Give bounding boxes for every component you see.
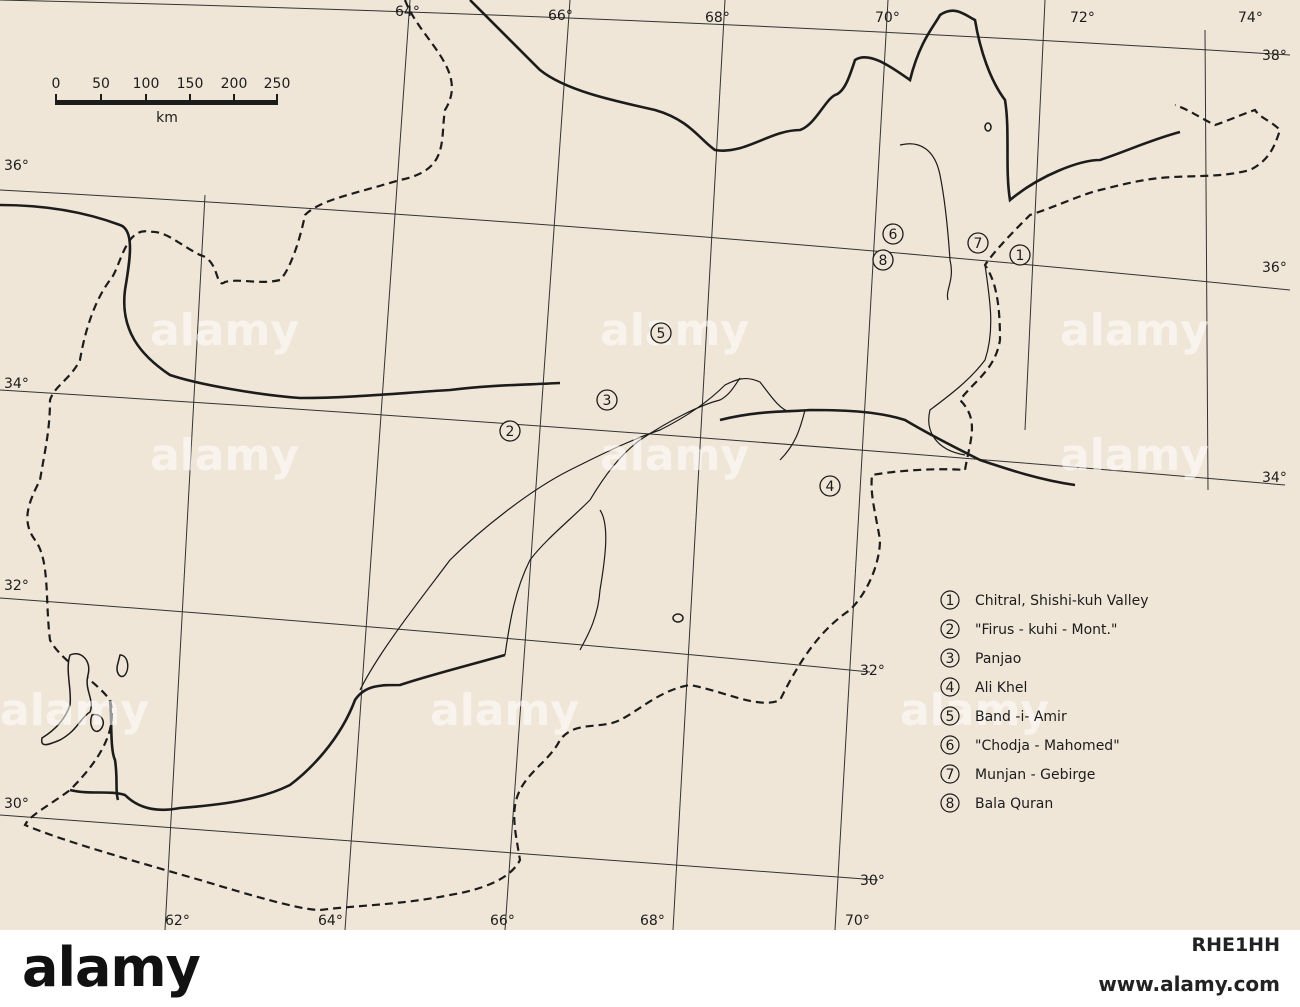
legend-label-6: "Chodja - Mahomed" bbox=[975, 738, 1120, 754]
watermark-8: alamy bbox=[430, 685, 579, 736]
legend-item-1: 1 Chitral, Shishi-kuh Valley bbox=[940, 590, 1149, 610]
grid-label-top-72: 72° bbox=[1070, 10, 1095, 26]
legend-num-4: 4 bbox=[946, 680, 955, 696]
grid-label-right-38: 38° bbox=[1262, 48, 1287, 64]
legend-item-8: 8 Bala Quran bbox=[940, 793, 1053, 813]
grid-label-bottom-64: 64° bbox=[318, 913, 343, 929]
legend-item-7: 7 Munjan - Gebirge bbox=[940, 764, 1095, 784]
legend-item-6: 6 "Chodja - Mahomed" bbox=[940, 735, 1120, 755]
map-canvas: 64° 66° 68° 70° 72° 74° 62° 64° 66° 68° … bbox=[0, 0, 1291, 930]
legend-num-5: 5 bbox=[946, 709, 955, 725]
grid-label-top-64: 64° bbox=[395, 4, 420, 20]
scale-tick-150: 150 bbox=[177, 76, 204, 92]
scale-tick-250: 250 bbox=[264, 76, 291, 92]
legend-num-7: 7 bbox=[946, 767, 955, 783]
grid-label-left-32: 32° bbox=[4, 578, 29, 594]
legend-item-4: 4 Ali Khel bbox=[940, 677, 1027, 697]
legend-label-3: Panjao bbox=[975, 651, 1021, 667]
marker-label-1: 1 bbox=[1016, 248, 1025, 264]
watermark-2: alamy bbox=[600, 305, 749, 356]
image-id: RHE1HH bbox=[1191, 934, 1280, 956]
grid-label-left-36: 36° bbox=[4, 158, 29, 174]
scale-tick-50: 50 bbox=[92, 76, 110, 92]
site-url-link[interactable]: www.alamy.com bbox=[1098, 972, 1280, 996]
marker-label-6: 6 bbox=[889, 227, 898, 243]
marker-label-8: 8 bbox=[879, 253, 888, 269]
watermark-5: alamy bbox=[600, 430, 749, 481]
scale-tick-200: 200 bbox=[221, 76, 248, 92]
grid-label-bottom-62: 62° bbox=[165, 913, 190, 929]
watermark-3: alamy bbox=[1060, 305, 1209, 356]
footer-bar: alamy RHE1HH www.alamy.com bbox=[0, 930, 1300, 1007]
watermark-6: alamy bbox=[1060, 430, 1209, 481]
legend-num-6: 6 bbox=[946, 738, 955, 754]
grid-label-left-30: 30° bbox=[4, 796, 29, 812]
grid-label-bottom-68: 68° bbox=[640, 913, 665, 929]
scale-tick-0: 0 bbox=[52, 76, 61, 92]
legend-item-2: 2 "Firus - kuhi - Mont." bbox=[940, 619, 1117, 639]
legend-label-7: Munjan - Gebirge bbox=[975, 767, 1095, 783]
grid-label-right-34: 34° bbox=[1262, 470, 1287, 486]
map-area: 64° 66° 68° 70° 72° 74° 62° 64° 66° 68° … bbox=[0, 0, 1300, 930]
grid-label-top-74: 74° bbox=[1238, 10, 1263, 26]
grid-label-bottom-70: 70° bbox=[845, 913, 870, 929]
grid-label-left-34: 34° bbox=[4, 376, 29, 392]
watermark-7: alamy bbox=[0, 685, 149, 736]
legend-num-3: 3 bbox=[946, 651, 955, 667]
marker-label-5: 5 bbox=[657, 326, 666, 342]
legend-label-5: Band -i- Amir bbox=[975, 709, 1067, 725]
brand-logo[interactable]: alamy bbox=[22, 936, 201, 999]
grid-label-right-32: 32° bbox=[860, 663, 885, 679]
grid-label-top-70: 70° bbox=[875, 10, 900, 26]
marker-label-3: 3 bbox=[603, 393, 612, 409]
legend-num-2: 2 bbox=[946, 622, 955, 638]
legend-item-3: 3 Panjao bbox=[940, 648, 1021, 668]
grid-label-top-68: 68° bbox=[705, 10, 730, 26]
grid-label-bottom-66: 66° bbox=[490, 913, 515, 929]
legend-label-1: Chitral, Shishi-kuh Valley bbox=[975, 593, 1149, 609]
scale-bar: 0 50 100 150 200 250 km bbox=[52, 76, 291, 126]
legend-num-8: 8 bbox=[946, 796, 955, 812]
scale-tick-100: 100 bbox=[133, 76, 160, 92]
marker-label-7: 7 bbox=[974, 236, 983, 252]
legend-label-8: Bala Quran bbox=[975, 796, 1053, 812]
scale-unit: km bbox=[156, 110, 178, 126]
grid-label-right-30: 30° bbox=[860, 873, 885, 889]
grid-label-top-66: 66° bbox=[548, 8, 573, 24]
legend-label-4: Ali Khel bbox=[975, 680, 1027, 696]
watermark-1: alamy bbox=[150, 305, 299, 356]
watermark-4: alamy bbox=[150, 430, 299, 481]
legend-num-1: 1 bbox=[946, 593, 955, 609]
grid-label-right-36: 36° bbox=[1262, 260, 1287, 276]
legend-label-2: "Firus - kuhi - Mont." bbox=[975, 622, 1117, 638]
marker-label-4: 4 bbox=[826, 479, 835, 495]
marker-label-2: 2 bbox=[506, 424, 515, 440]
